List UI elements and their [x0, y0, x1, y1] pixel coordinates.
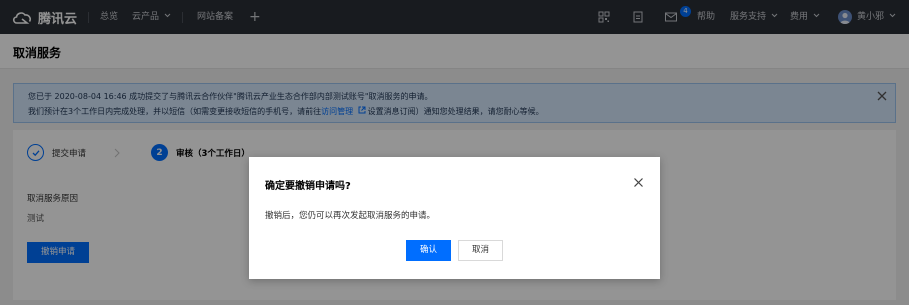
confirm-button[interactable]: 确认 [406, 240, 451, 261]
cancel-button[interactable]: 取消 [458, 240, 503, 261]
dialog-title: 确定要撤销申请吗? [265, 181, 351, 192]
close-icon[interactable] [633, 177, 644, 188]
confirm-withdraw-dialog: 确定要撤销申请吗? 撤销后，您仍可以再次发起取消服务的申请。 确认 取消 [249, 157, 660, 279]
dialog-message: 撤销后，您仍可以再次发起取消服务的申请。 [265, 211, 436, 221]
